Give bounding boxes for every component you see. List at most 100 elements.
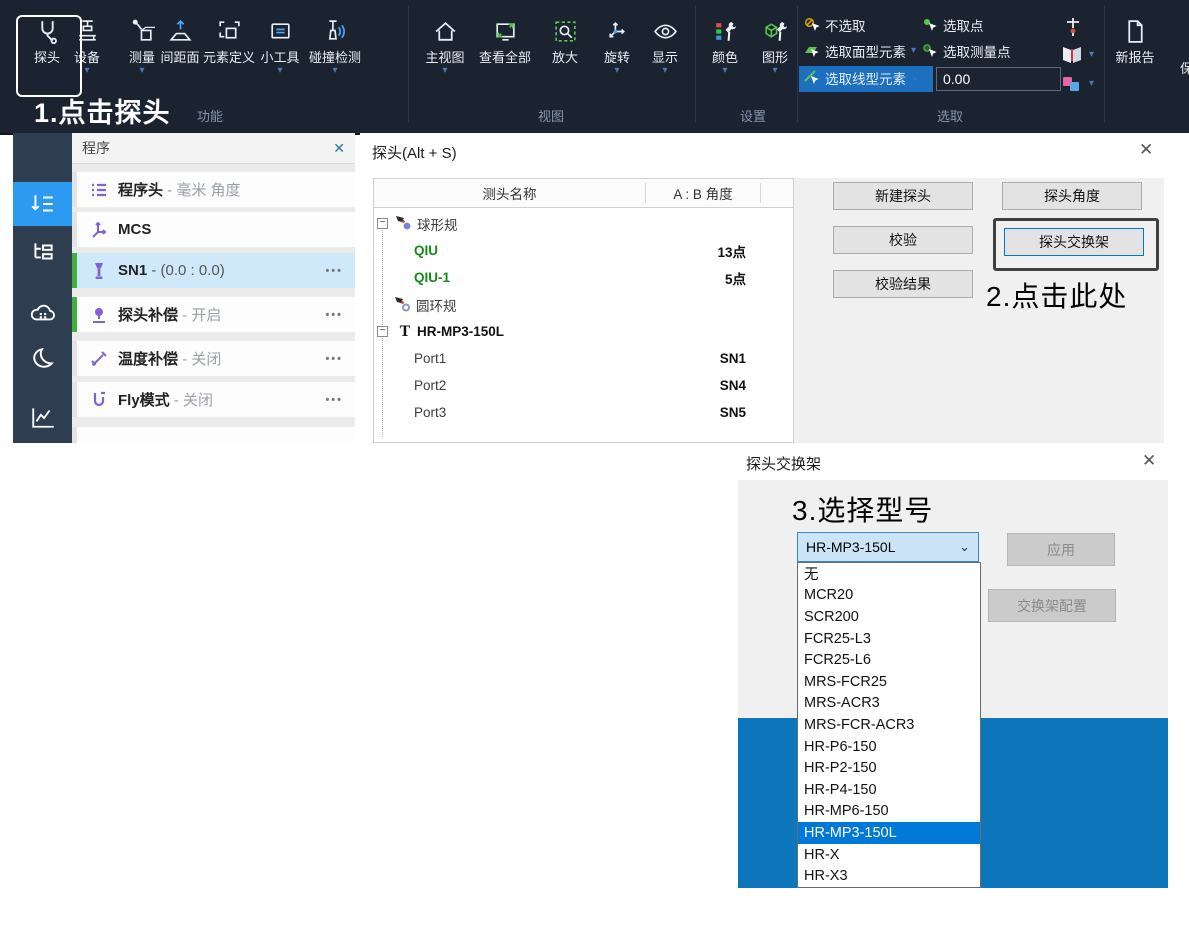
ribbon-item-color[interactable]: 颜色 ▾ <box>703 13 747 76</box>
program-panel: 程序 ✕ 程序头 - 毫米 角度 MCS SN <box>72 133 355 443</box>
sidebar-item-chart[interactable] <box>13 395 72 439</box>
dropdown-option[interactable]: FCR25-L6 <box>798 649 980 671</box>
annotation-step3: 3.选择型号 <box>792 489 933 529</box>
stylus-icon <box>88 260 110 282</box>
select-face-option[interactable]: 选取面型元素 ▾ <box>804 41 916 61</box>
dropdown-option[interactable]: MRS-FCR25 <box>798 671 980 693</box>
program-item-probe-comp[interactable]: 探头补偿 - 开启 ••• <box>72 297 355 332</box>
dropdown-arrow-icon: ▾ <box>1089 79 1094 89</box>
dropdown-option[interactable]: HR-P2-150 <box>798 757 980 779</box>
close-icon[interactable]: ✕ <box>333 140 345 157</box>
probe-tool-icon[interactable] <box>1062 16 1084 43</box>
tree-row-rack[interactable]: − T HR-MP3-150L <box>374 318 793 345</box>
dropdown-option[interactable]: HR-P4-150 <box>798 779 980 801</box>
dropdown-option[interactable]: MRS-FCR-ACR3 <box>798 714 980 736</box>
dropdown-arrow-icon: ▾ <box>139 66 144 76</box>
ribbon-item-zoom-in[interactable]: 放大 <box>543 13 587 66</box>
tools-icon <box>267 13 294 49</box>
dropdown-option[interactable]: FCR25-L3 <box>798 628 980 650</box>
probe-table: 测头名称 A : B 角度 − 球形规 <box>373 178 794 443</box>
item-menu-icon[interactable]: ••• <box>325 265 343 277</box>
dropdown-option[interactable]: MRS-ACR3 <box>798 693 980 715</box>
ribbon-item-display[interactable]: 显示 ▾ <box>643 13 687 76</box>
ribbon-item-new-report[interactable]: 新报告 <box>1109 13 1161 66</box>
rack-dialog-titlebar: 探头交换架 ✕ <box>738 443 1168 480</box>
dropdown-arrow-icon: ▾ <box>911 46 916 56</box>
item-menu-icon[interactable]: ••• <box>325 309 343 321</box>
temperature-compensation-icon <box>88 348 110 370</box>
dropdown-option[interactable]: HR-X3 <box>798 865 980 887</box>
program-item-mcs[interactable]: MCS <box>72 212 355 247</box>
collapse-icon[interactable]: − <box>377 326 388 337</box>
select-point-option[interactable]: 选取点 <box>922 15 984 35</box>
group-label-selection: 选取 <box>937 106 963 125</box>
ribbon-item-rotate[interactable]: 旋转 ▾ <box>595 13 639 76</box>
tree-row-sphere-gauge[interactable]: − 球形规 <box>374 210 793 237</box>
cubes-icon <box>1060 74 1084 94</box>
annotation-step2: 2.点击此处 <box>986 275 1127 315</box>
ribbon-item-home-view[interactable]: 主视图 ▾ <box>421 13 469 76</box>
ribbon-item-spacing-plane[interactable]: 间距面 <box>154 13 206 66</box>
select-face-icon <box>804 43 820 59</box>
program-item-temp-comp[interactable]: 温度补偿 - 关闭 ••• <box>72 341 355 376</box>
ribbon-item-view-all[interactable]: 查看全部 <box>475 13 535 66</box>
dropdown-option-selected[interactable]: HR-MP3-150L <box>798 822 980 844</box>
select-line-option[interactable]: 选取线型元素 ⌄ <box>804 68 919 88</box>
dropdown-option[interactable]: 无 <box>798 563 980 585</box>
column-header-name[interactable]: 测头名称 <box>374 183 646 203</box>
tree-row-port2[interactable]: Port2 SN4 <box>374 372 793 399</box>
dropdown-option[interactable]: MCR20 <box>798 585 980 607</box>
program-item-header[interactable]: 程序头 - 毫米 角度 <box>72 172 355 207</box>
group-label-view: 视图 <box>538 106 564 125</box>
close-icon[interactable]: ✕ <box>1142 451 1156 471</box>
rack-config-button[interactable]: 交换架配置 <box>988 589 1116 622</box>
spacing-plane-icon <box>167 13 194 49</box>
chart-icon <box>30 404 56 430</box>
dropdown-option[interactable]: HR-MP6-150 <box>798 801 980 823</box>
clipped-label: 保 <box>1180 58 1189 76</box>
ribbon-item-element-define[interactable]: 元素定义 <box>201 13 257 66</box>
cubes-tool[interactable]: ▾ <box>1060 74 1094 94</box>
dropdown-option[interactable]: SCR200 <box>798 606 980 628</box>
app-window: 探头 设备 ▾ 测量 ▾ 间距面 <box>0 0 1189 945</box>
ribbon-item-collision-check[interactable]: 碰撞检测 ▾ <box>305 13 365 76</box>
tree-row-ring-gauge[interactable]: 圆环规 <box>374 291 793 318</box>
item-menu-icon[interactable]: ••• <box>325 394 343 406</box>
sidebar-item-tree[interactable] <box>13 230 72 274</box>
new-probe-button[interactable]: 新建探头 <box>833 182 973 210</box>
ribbon-item-graphics[interactable]: 图形 ▾ <box>753 13 797 76</box>
close-icon[interactable]: ✕ <box>1139 140 1153 160</box>
dropdown-arrow-icon: ▾ <box>332 66 337 76</box>
calibrate-result-button[interactable]: 校验结果 <box>833 270 973 298</box>
probe-angle-button[interactable]: 探头角度 <box>1002 182 1142 210</box>
select-measure-point-option[interactable]: 选取测量点 <box>922 41 1011 61</box>
ribbon-item-tools[interactable]: 小工具 ▾ <box>256 13 304 76</box>
divider <box>408 6 409 122</box>
item-menu-icon[interactable]: ••• <box>325 353 343 365</box>
program-item-sn1[interactable]: SN1 - (0.0 : 0.0) ••• <box>72 253 355 288</box>
axes-icon <box>88 219 110 241</box>
sidebar-item-surface[interactable] <box>13 336 72 380</box>
selection-tolerance-input[interactable]: 0.00 <box>936 67 1061 91</box>
tree-row-port3[interactable]: Port3 SN5 <box>374 399 793 426</box>
dropdown-option[interactable]: HR-P6-150 <box>798 736 980 758</box>
dropdown-option[interactable]: HR-X <box>798 844 980 866</box>
column-header-angle[interactable]: A : B 角度 <box>646 183 761 203</box>
program-item-clipped <box>72 427 355 443</box>
no-select-option[interactable]: 不选取 <box>804 15 866 35</box>
divider <box>1104 6 1105 122</box>
tree-row-qiu-1[interactable]: QIU-1 5点 <box>374 264 793 291</box>
book-tool[interactable]: ▾ <box>1060 44 1094 66</box>
sidebar-item-program[interactable] <box>13 182 72 226</box>
program-item-fly-mode[interactable]: Fly模式 - 关闭 ••• <box>72 382 355 417</box>
rack-model-combobox[interactable]: HR-MP3-150L ⌄ <box>797 532 979 562</box>
annotation-step1: 1.点击探头 <box>34 91 171 130</box>
tree-row-port1[interactable]: Port1 SN1 <box>374 345 793 372</box>
collapse-icon[interactable]: − <box>377 218 388 229</box>
tree-row-qiu[interactable]: QIU 13点 <box>374 237 793 264</box>
sidebar-item-cloud[interactable] <box>13 291 72 335</box>
calibrate-button[interactable]: 校验 <box>833 226 973 254</box>
chevron-down-icon: ⌄ <box>911 73 919 83</box>
no-select-icon <box>804 17 820 33</box>
apply-button[interactable]: 应用 <box>1007 533 1115 566</box>
